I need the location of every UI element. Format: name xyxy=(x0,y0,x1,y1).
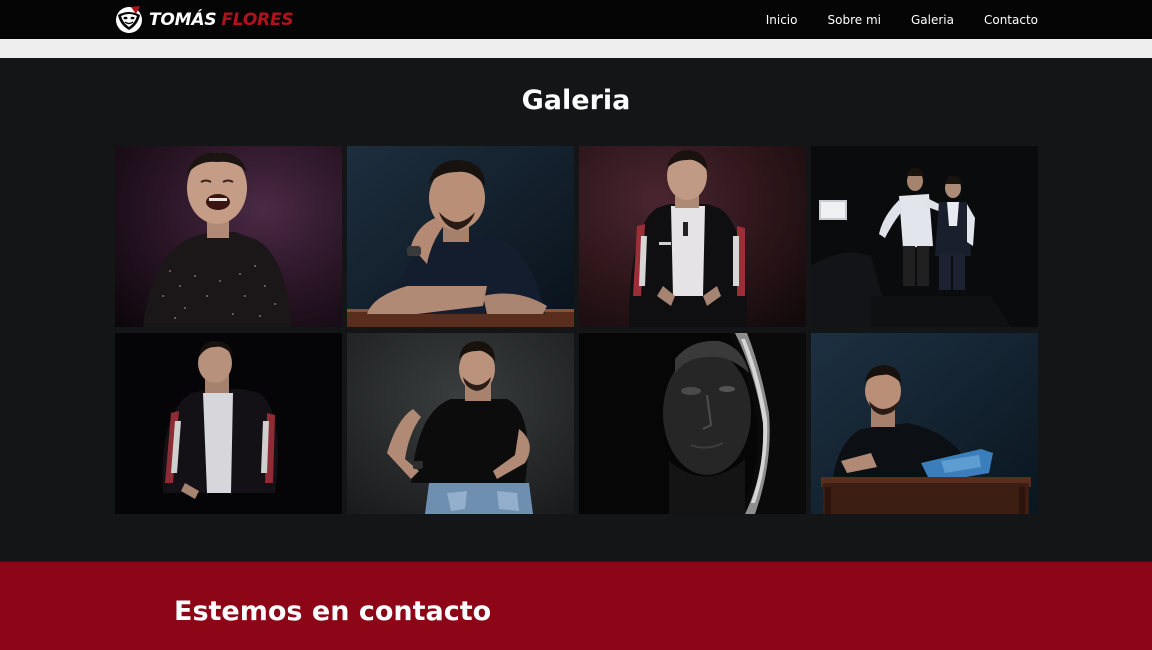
photo-shadow-face-closeup xyxy=(579,333,806,514)
main-nav: Inicio Sobre mi Galeria Contacto xyxy=(736,0,1038,39)
gallery-photo-1[interactable] xyxy=(115,146,342,327)
gallery-photo-5[interactable] xyxy=(115,333,342,514)
brand-first-name: TOMÁS xyxy=(149,9,217,30)
gallery-section: Galeria xyxy=(0,58,1152,561)
gallery-photo-2[interactable] xyxy=(347,146,574,327)
contact-title: Estemos en contacto xyxy=(174,596,492,627)
brand-last-name: FLORES xyxy=(221,9,294,30)
gallery-title: Galeria xyxy=(521,85,631,116)
theater-mask-icon xyxy=(116,5,142,33)
photo-leather-jacket-portrait xyxy=(579,146,806,327)
navbar: TOMÁS FLORES Inicio Sobre mi Galeria Cont… xyxy=(0,0,1152,39)
photo-grid xyxy=(115,146,1039,514)
photo-leather-jacket-dark-portrait xyxy=(115,333,342,514)
nav-link-sobre-mi[interactable]: Sobre mi xyxy=(828,13,881,27)
gallery-photo-8[interactable] xyxy=(811,333,1038,514)
photo-seated-black-shirt-portrait xyxy=(347,333,574,514)
header-divider-strip xyxy=(0,39,1152,58)
photo-laughing-portrait xyxy=(115,146,342,327)
nav-link-contacto[interactable]: Contacto xyxy=(984,13,1038,27)
photo-stage-scene-two-actors xyxy=(811,146,1038,327)
brand-name: TOMÁS FLORES xyxy=(149,9,294,30)
gallery-photo-6[interactable] xyxy=(347,333,574,514)
brand-logo[interactable]: TOMÁS FLORES xyxy=(114,5,294,34)
photo-hand-on-chin-portrait xyxy=(347,146,574,327)
nav-link-inicio[interactable]: Inicio xyxy=(766,13,798,27)
gallery-photo-7[interactable] xyxy=(579,333,806,514)
photo-reclining-on-table-portrait xyxy=(811,333,1038,514)
gallery-photo-3[interactable] xyxy=(579,146,806,327)
contact-section: Estemos en contacto xyxy=(0,561,1152,650)
gallery-photo-4[interactable] xyxy=(811,146,1038,327)
nav-link-galeria[interactable]: Galeria xyxy=(911,13,954,27)
